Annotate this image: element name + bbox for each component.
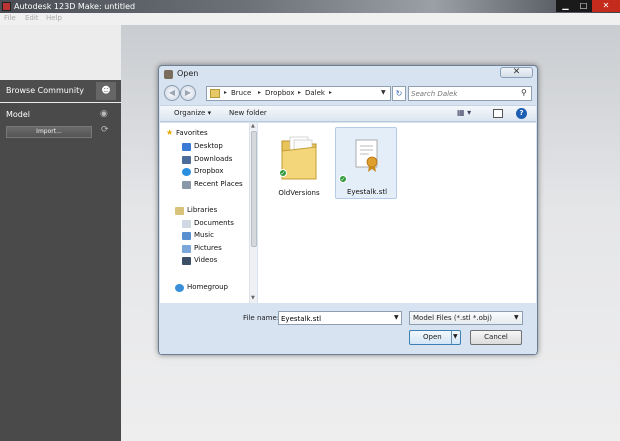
import-button[interactable]: Import... bbox=[6, 126, 92, 138]
pictures-icon bbox=[182, 245, 191, 253]
change-view-icon[interactable]: ▦ ▾ bbox=[457, 108, 471, 117]
dialog-icon bbox=[164, 70, 173, 79]
music-icon bbox=[182, 232, 191, 240]
dropbox-icon bbox=[182, 168, 191, 176]
downloads-icon bbox=[182, 156, 191, 164]
open-options-dropdown-icon[interactable]: ▼ bbox=[453, 333, 458, 340]
videos-icon bbox=[182, 257, 191, 265]
model-panel: Model ◉ Import... ⟳ bbox=[0, 103, 121, 441]
star-icon: ★ bbox=[166, 128, 174, 137]
recent-places-icon bbox=[182, 181, 191, 189]
file-name-oldversions: OldVersions bbox=[278, 189, 320, 197]
nav-homegroup[interactable]: Homegroup bbox=[187, 283, 228, 291]
folder-icon bbox=[281, 136, 317, 180]
nav-documents[interactable]: Documents bbox=[194, 219, 234, 227]
navigation-pane: ★ Favorites Desktop Downloads Dropbox Re… bbox=[160, 123, 257, 303]
menu-edit[interactable]: Edit bbox=[25, 14, 39, 22]
address-dropdown-icon[interactable]: ▼ bbox=[381, 89, 386, 96]
scroll-up-icon[interactable]: ▲ bbox=[251, 123, 255, 129]
organize-menu[interactable]: Organize ▾ bbox=[174, 109, 211, 117]
homegroup-icon bbox=[175, 284, 184, 292]
preview-pane-icon[interactable] bbox=[493, 109, 503, 118]
help-icon[interactable]: ? bbox=[516, 108, 527, 119]
breadcrumb-separator-icon[interactable]: ▸ bbox=[224, 89, 227, 96]
file-name-label: File name: bbox=[243, 314, 280, 322]
cancel-button[interactable]: Cancel bbox=[470, 330, 522, 345]
file-list: ✓ OldVersions ✓ Eyestalk.stl bbox=[258, 123, 536, 303]
breadcrumb-separator-icon[interactable]: ▸ bbox=[298, 89, 301, 96]
model-label: Model bbox=[6, 110, 31, 119]
dialog-toolbar: Organize ▾ New folder ▦ ▾ ? bbox=[160, 105, 536, 122]
close-button[interactable]: ✕ bbox=[592, 0, 620, 12]
new-folder-button[interactable]: New folder bbox=[229, 109, 267, 117]
nav-music[interactable]: Music bbox=[194, 231, 214, 239]
app-titlebar: Autodesk 123D Make: untitled ▁ □ ✕ bbox=[0, 0, 620, 13]
scroll-down-icon[interactable]: ▼ bbox=[251, 295, 255, 301]
people-icon[interactable]: ☻ bbox=[96, 82, 116, 100]
browse-community-label: Browse Community bbox=[6, 86, 84, 95]
file-type-value: Model Files (*.stl *.obj) bbox=[413, 314, 492, 322]
browse-community-bar[interactable]: Browse Community ☻ bbox=[0, 80, 121, 102]
menubar: File Edit Help bbox=[0, 13, 620, 25]
back-button[interactable]: ◀ bbox=[164, 85, 180, 101]
nav-favorites[interactable]: Favorites bbox=[176, 129, 208, 137]
nav-scrollbar[interactable]: ▲ ▼ bbox=[249, 123, 257, 303]
search-box[interactable]: ⚲ bbox=[408, 86, 532, 101]
refresh-arrows-icon[interactable]: ↻ bbox=[392, 86, 406, 101]
breadcrumb-bruce[interactable]: Bruce bbox=[231, 89, 251, 97]
dialog-close-button[interactable]: ✕ bbox=[500, 67, 533, 78]
file-name-input[interactable] bbox=[281, 313, 389, 324]
nav-libraries[interactable]: Libraries bbox=[187, 206, 217, 214]
file-type-select[interactable]: Model Files (*.stl *.obj) ▼ bbox=[409, 311, 523, 325]
nav-desktop[interactable]: Desktop bbox=[194, 142, 223, 150]
maximize-button[interactable]: □ bbox=[575, 0, 592, 12]
nav-videos[interactable]: Videos bbox=[194, 256, 217, 264]
nav-dropbox[interactable]: Dropbox bbox=[194, 167, 224, 175]
file-name-combobox[interactable]: ▼ bbox=[278, 311, 402, 325]
dialog-title: Open bbox=[177, 69, 199, 78]
file-item-eyestalk[interactable]: ✓ Eyestalk.stl bbox=[335, 127, 397, 199]
minimize-button[interactable]: ▁ bbox=[556, 0, 575, 12]
eye-icon[interactable]: ◉ bbox=[100, 109, 108, 119]
app-title: Autodesk 123D Make: untitled bbox=[14, 2, 136, 11]
search-input[interactable] bbox=[411, 88, 516, 99]
open-file-dialog: Open ✕ ◀ ▶ ▸ Bruce ▸ Dropbox ▸ Dalek ▸ ▼… bbox=[158, 65, 538, 355]
refresh-icon[interactable]: ⟳ bbox=[101, 125, 109, 135]
nav-pictures[interactable]: Pictures bbox=[194, 244, 222, 252]
documents-icon bbox=[182, 220, 191, 228]
menu-file[interactable]: File bbox=[4, 14, 16, 22]
file-name-eyestalk: Eyestalk.stl bbox=[346, 188, 388, 196]
nav-recent-places[interactable]: Recent Places bbox=[194, 180, 243, 188]
breadcrumb-separator-icon[interactable]: ▸ bbox=[329, 89, 332, 96]
breadcrumb-dropbox[interactable]: Dropbox bbox=[265, 89, 295, 97]
chevron-down-icon: ▼ bbox=[514, 314, 519, 321]
scrollbar-thumb[interactable] bbox=[251, 131, 257, 247]
breadcrumb-separator-icon[interactable]: ▸ bbox=[258, 89, 261, 96]
open-button-label: Open bbox=[423, 333, 442, 341]
folder-icon bbox=[210, 89, 220, 98]
libraries-icon bbox=[175, 207, 184, 215]
sync-check-icon: ✓ bbox=[279, 169, 287, 177]
forward-button[interactable]: ▶ bbox=[180, 85, 196, 101]
file-item-oldversions[interactable]: ✓ OldVersions bbox=[268, 129, 330, 201]
open-button[interactable]: Open ▼ bbox=[409, 330, 461, 345]
sync-check-icon: ✓ bbox=[339, 175, 347, 183]
nav-downloads[interactable]: Downloads bbox=[194, 155, 232, 163]
chevron-down-icon[interactable]: ▼ bbox=[394, 314, 399, 321]
address-bar[interactable]: ▸ Bruce ▸ Dropbox ▸ Dalek ▸ ▼ bbox=[206, 86, 391, 101]
dialog-footer: File name: ▼ Model Files (*.stl *.obj) ▼… bbox=[160, 304, 536, 354]
split-divider bbox=[451, 331, 452, 344]
app-icon bbox=[2, 2, 11, 11]
breadcrumb-dalek[interactable]: Dalek bbox=[305, 89, 325, 97]
desktop-icon bbox=[182, 143, 191, 151]
search-icon[interactable]: ⚲ bbox=[521, 88, 527, 97]
menu-help[interactable]: Help bbox=[46, 14, 62, 22]
